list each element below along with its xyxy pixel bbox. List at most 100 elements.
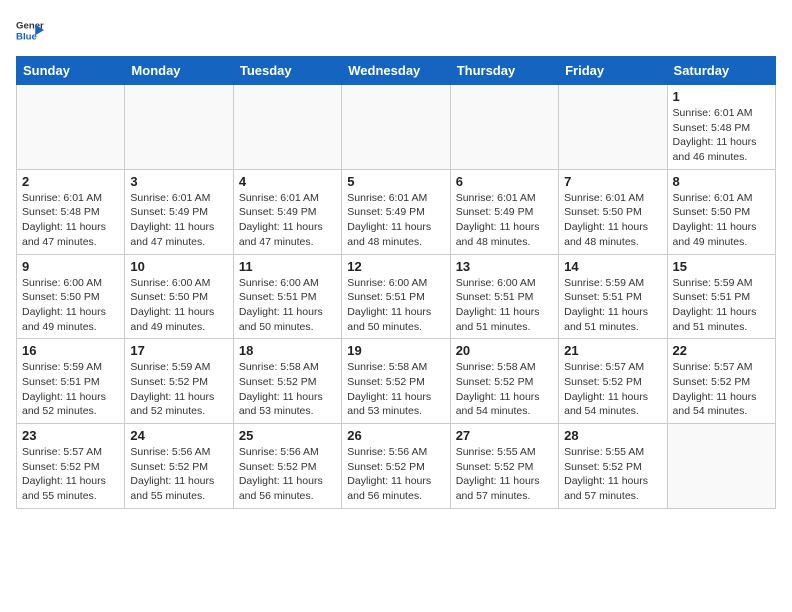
calendar-cell: 19 Sunrise: 5:58 AMSunset: 5:52 PMDayligh… xyxy=(342,339,450,424)
calendar-cell xyxy=(17,85,125,170)
calendar-cell: 21Sunrise: 5:57 AMSunset: 5:52 PMDayligh… xyxy=(559,339,667,424)
calendar-cell: 2 Sunrise: 6:01 AMSunset: 5:48 PMDaylight… xyxy=(17,169,125,254)
calendar-week-row: 1 Sunrise: 6:01 AMSunset: 5:48 PMDaylight… xyxy=(17,85,776,170)
calendar-cell xyxy=(233,85,341,170)
weekday-header: Wednesday xyxy=(342,57,450,85)
day-number: 23 xyxy=(22,428,119,443)
day-info: Sunrise: 5:59 AMSunset: 5:51 PMDaylight:… xyxy=(22,360,119,419)
calendar-cell: 26 Sunrise: 5:56 AMSunset: 5:52 PMDayligh… xyxy=(342,424,450,509)
calendar-week-row: 9Sunrise: 6:00 AMSunset: 5:50 PMDaylight… xyxy=(17,254,776,339)
calendar-cell: 18Sunrise: 5:58 AMSunset: 5:52 PMDayligh… xyxy=(233,339,341,424)
calendar-cell: 12 Sunrise: 6:00 AMSunset: 5:51 PMDayligh… xyxy=(342,254,450,339)
day-info: Sunrise: 6:00 AMSunset: 5:51 PMDaylight:… xyxy=(456,276,553,335)
calendar-cell: 17 Sunrise: 5:59 AMSunset: 5:52 PMDayligh… xyxy=(125,339,233,424)
svg-text:Blue: Blue xyxy=(16,32,37,43)
day-number: 13 xyxy=(456,259,553,274)
calendar-week-row: 2 Sunrise: 6:01 AMSunset: 5:48 PMDaylight… xyxy=(17,169,776,254)
calendar-cell: 22 Sunrise: 5:57 AMSunset: 5:52 PMDayligh… xyxy=(667,339,775,424)
day-info: Sunrise: 5:59 AMSunset: 5:51 PMDaylight:… xyxy=(564,276,661,335)
calendar-cell: 15 Sunrise: 5:59 AMSunset: 5:51 PMDayligh… xyxy=(667,254,775,339)
day-info: Sunrise: 6:01 AMSunset: 5:49 PMDaylight:… xyxy=(456,191,553,250)
day-info: Sunrise: 5:57 AMSunset: 5:52 PMDaylight:… xyxy=(564,360,661,419)
day-info: Sunrise: 5:57 AMSunset: 5:52 PMDaylight:… xyxy=(22,445,119,504)
day-number: 24 xyxy=(130,428,227,443)
weekday-header: Tuesday xyxy=(233,57,341,85)
calendar-table: SundayMondayTuesdayWednesdayThursdayFrid… xyxy=(16,56,776,509)
calendar-cell xyxy=(342,85,450,170)
day-info: Sunrise: 5:56 AMSunset: 5:52 PMDaylight:… xyxy=(130,445,227,504)
calendar-cell: 28 Sunrise: 5:55 AMSunset: 5:52 PMDayligh… xyxy=(559,424,667,509)
day-number: 10 xyxy=(130,259,227,274)
calendar-cell: 27 Sunrise: 5:55 AMSunset: 5:52 PMDayligh… xyxy=(450,424,558,509)
calendar-cell: 23 Sunrise: 5:57 AMSunset: 5:52 PMDayligh… xyxy=(17,424,125,509)
calendar-cell: 13 Sunrise: 6:00 AMSunset: 5:51 PMDayligh… xyxy=(450,254,558,339)
day-info: Sunrise: 6:00 AMSunset: 5:50 PMDaylight:… xyxy=(22,276,119,335)
day-info: Sunrise: 6:00 AMSunset: 5:51 PMDaylight:… xyxy=(239,276,336,335)
day-number: 14 xyxy=(564,259,661,274)
day-info: Sunrise: 5:59 AMSunset: 5:52 PMDaylight:… xyxy=(130,360,227,419)
weekday-header: Friday xyxy=(559,57,667,85)
day-number: 27 xyxy=(456,428,553,443)
day-number: 4 xyxy=(239,174,336,189)
day-info: Sunrise: 5:56 AMSunset: 5:52 PMDaylight:… xyxy=(239,445,336,504)
day-number: 15 xyxy=(673,259,770,274)
calendar-cell: 10 Sunrise: 6:00 AMSunset: 5:50 PMDayligh… xyxy=(125,254,233,339)
day-number: 28 xyxy=(564,428,661,443)
day-number: 26 xyxy=(347,428,444,443)
calendar-cell: 7 Sunrise: 6:01 AMSunset: 5:50 PMDaylight… xyxy=(559,169,667,254)
day-number: 22 xyxy=(673,343,770,358)
day-number: 7 xyxy=(564,174,661,189)
day-number: 1 xyxy=(673,89,770,104)
day-info: Sunrise: 6:01 AMSunset: 5:50 PMDaylight:… xyxy=(673,191,770,250)
calendar-cell: 8 Sunrise: 6:01 AMSunset: 5:50 PMDaylight… xyxy=(667,169,775,254)
weekday-header: Thursday xyxy=(450,57,558,85)
day-info: Sunrise: 5:57 AMSunset: 5:52 PMDaylight:… xyxy=(673,360,770,419)
day-info: Sunrise: 5:58 AMSunset: 5:52 PMDaylight:… xyxy=(456,360,553,419)
day-number: 2 xyxy=(22,174,119,189)
calendar-cell: 25 Sunrise: 5:56 AMSunset: 5:52 PMDayligh… xyxy=(233,424,341,509)
calendar-cell: 5Sunrise: 6:01 AMSunset: 5:49 PMDaylight… xyxy=(342,169,450,254)
logo: General Blue xyxy=(16,16,44,44)
calendar-cell: 20 Sunrise: 5:58 AMSunset: 5:52 PMDayligh… xyxy=(450,339,558,424)
calendar-cell: 9Sunrise: 6:00 AMSunset: 5:50 PMDaylight… xyxy=(17,254,125,339)
weekday-header: Sunday xyxy=(17,57,125,85)
calendar-cell: 6 Sunrise: 6:01 AMSunset: 5:49 PMDaylight… xyxy=(450,169,558,254)
day-number: 17 xyxy=(130,343,227,358)
calendar-cell: 1 Sunrise: 6:01 AMSunset: 5:48 PMDaylight… xyxy=(667,85,775,170)
day-info: Sunrise: 5:58 AMSunset: 5:52 PMDaylight:… xyxy=(347,360,444,419)
day-info: Sunrise: 5:55 AMSunset: 5:52 PMDaylight:… xyxy=(456,445,553,504)
calendar-cell xyxy=(667,424,775,509)
calendar-cell: 16 Sunrise: 5:59 AMSunset: 5:51 PMDayligh… xyxy=(17,339,125,424)
day-number: 6 xyxy=(456,174,553,189)
calendar-cell xyxy=(559,85,667,170)
day-number: 20 xyxy=(456,343,553,358)
day-info: Sunrise: 6:01 AMSunset: 5:49 PMDaylight:… xyxy=(347,191,444,250)
day-number: 16 xyxy=(22,343,119,358)
day-number: 3 xyxy=(130,174,227,189)
calendar-week-row: 16 Sunrise: 5:59 AMSunset: 5:51 PMDayligh… xyxy=(17,339,776,424)
day-info: Sunrise: 6:01 AMSunset: 5:48 PMDaylight:… xyxy=(22,191,119,250)
day-info: Sunrise: 5:59 AMSunset: 5:51 PMDaylight:… xyxy=(673,276,770,335)
day-number: 25 xyxy=(239,428,336,443)
day-info: Sunrise: 6:01 AMSunset: 5:48 PMDaylight:… xyxy=(673,106,770,165)
day-number: 8 xyxy=(673,174,770,189)
day-info: Sunrise: 6:01 AMSunset: 5:49 PMDaylight:… xyxy=(239,191,336,250)
calendar-cell: 24 Sunrise: 5:56 AMSunset: 5:52 PMDayligh… xyxy=(125,424,233,509)
day-info: Sunrise: 5:55 AMSunset: 5:52 PMDaylight:… xyxy=(564,445,661,504)
page-header: General Blue xyxy=(16,16,776,44)
calendar-cell: 4 Sunrise: 6:01 AMSunset: 5:49 PMDaylight… xyxy=(233,169,341,254)
logo-icon: General Blue xyxy=(16,16,44,44)
calendar-cell: 11Sunrise: 6:00 AMSunset: 5:51 PMDayligh… xyxy=(233,254,341,339)
calendar-week-row: 23 Sunrise: 5:57 AMSunset: 5:52 PMDayligh… xyxy=(17,424,776,509)
day-info: Sunrise: 6:00 AMSunset: 5:51 PMDaylight:… xyxy=(347,276,444,335)
calendar-cell: 14 Sunrise: 5:59 AMSunset: 5:51 PMDayligh… xyxy=(559,254,667,339)
day-number: 19 xyxy=(347,343,444,358)
day-info: Sunrise: 5:58 AMSunset: 5:52 PMDaylight:… xyxy=(239,360,336,419)
day-info: Sunrise: 6:01 AMSunset: 5:49 PMDaylight:… xyxy=(130,191,227,250)
weekday-header: Saturday xyxy=(667,57,775,85)
day-info: Sunrise: 6:01 AMSunset: 5:50 PMDaylight:… xyxy=(564,191,661,250)
day-info: Sunrise: 6:00 AMSunset: 5:50 PMDaylight:… xyxy=(130,276,227,335)
calendar-header-row: SundayMondayTuesdayWednesdayThursdayFrid… xyxy=(17,57,776,85)
day-info: Sunrise: 5:56 AMSunset: 5:52 PMDaylight:… xyxy=(347,445,444,504)
day-number: 12 xyxy=(347,259,444,274)
